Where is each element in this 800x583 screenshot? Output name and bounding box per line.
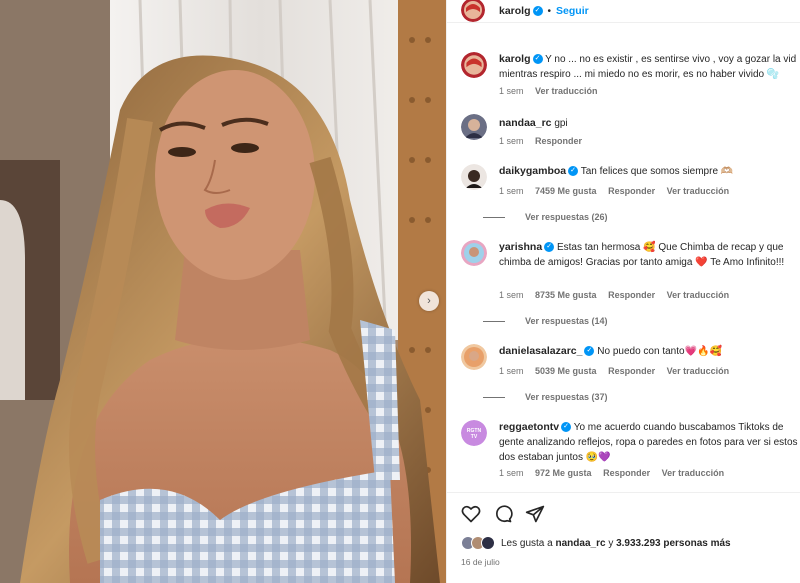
reply-button[interactable]: Responder [603,468,650,478]
caption-line2: mientras respiro ... mi miedo no es mori… [499,69,780,80]
chevron-right-icon: › [427,295,431,307]
avatar[interactable]: RGTN TV [461,420,487,446]
avatar[interactable] [461,0,485,22]
caption-text: karolg ✓ Y no ... no es existir , es sent… [499,52,800,82]
caption-meta: 1 sem Ver traducción [499,86,607,96]
comment-content: gpi [554,118,568,129]
caption-line1: Y no ... no es existir , es sentirse viv… [545,54,797,65]
comment-text: reggaetontv ✓ Yo me acuerdo cuando buscab… [499,420,799,465]
post-date[interactable]: 16 de julio [461,557,500,567]
timestamp[interactable]: 1 sem [499,468,524,478]
comment-meta: 1 sem 7459 Me gusta Responder Ver traduc… [499,186,738,196]
comment-meta: 1 sem 972 Me gusta Responder Ver traducc… [499,468,733,478]
likes-mid: y [608,537,614,549]
comment-meta: 1 sem Responder [499,136,591,146]
comment-username[interactable]: reggaetontv [499,421,559,433]
comment-username[interactable]: nandaa_rc [499,117,552,129]
timestamp[interactable]: 1 sem [499,86,524,96]
like-count[interactable]: 972 Me gusta [535,468,592,478]
translate-button[interactable]: Ver traducción [535,86,598,96]
comment-username[interactable]: daikygamboa [499,165,566,177]
svg-text:TV: TV [471,434,478,440]
post-header: karolg ✓ • Seguir [447,0,800,23]
heart-icon[interactable] [461,504,481,524]
translate-button[interactable]: Ver traducción [662,468,725,478]
comment-meta: 1 sem 8735 Me gusta Responder Ver traduc… [499,290,738,300]
likes-summary: Les gusta a nandaa_rc y 3.933.293 person… [461,536,731,550]
reply-button[interactable]: Responder [608,186,655,196]
avatar[interactable] [461,164,487,190]
view-replies-button[interactable]: Ver respuestas (14) [515,316,608,326]
verified-badge-icon: ✓ [532,54,543,65]
comment-text: yarishna ✓ Estas tan hermosa 🥰 Que Chimba… [499,240,799,270]
post-sidebar: karolg ✓ • Seguir karolg ✓ Y no ... no es… [446,0,800,583]
caption-username[interactable]: karolg [499,53,531,65]
comment-meta: 1 sem 5039 Me gusta Responder Ver traduc… [499,366,738,376]
comment-text: daikygamboa ✓ Tan felices que somos siemp… [499,164,800,179]
reply-button[interactable]: Responder [608,290,655,300]
avatar[interactable] [461,114,487,140]
like-count[interactable]: 8735 Me gusta [535,290,597,300]
like-count[interactable]: 7459 Me gusta [535,186,597,196]
verified-badge-icon: ✓ [561,422,572,433]
avatar[interactable] [461,240,487,266]
verified-badge-icon: ✓ [532,6,543,16]
timestamp[interactable]: 1 sem [499,136,524,146]
action-bar [461,504,545,524]
photo-image [0,0,446,583]
like-count[interactable]: 5039 Me gusta [535,366,597,376]
reply-button[interactable]: Responder [535,136,582,146]
translate-button[interactable]: Ver traducción [667,366,730,376]
comment-username[interactable]: danielasalazarc_ [499,345,582,357]
avatar [481,536,495,550]
post-actions: Les gusta a nandaa_rc y 3.933.293 person… [447,492,800,583]
comment-text: danielasalazarc_ ✓ No puedo con tanto💗🔥🥰 [499,344,800,359]
comment-content: No puedo con tanto💗🔥🥰 [597,346,722,357]
view-replies-button[interactable]: Ver respuestas (37) [515,392,608,402]
view-replies-button[interactable]: Ver respuestas (26) [515,212,608,222]
follow-button[interactable]: Seguir [556,5,589,17]
avatar[interactable] [461,344,487,370]
share-icon[interactable] [525,504,545,524]
comment-username[interactable]: yarishna [499,241,542,253]
verified-badge-icon: ✓ [584,346,595,357]
verified-badge-icon: ✓ [544,242,555,253]
likes-prefix: Les gusta a [501,537,553,549]
comment-content: Tan felices que somos siempre 🫶🏼 [580,166,734,177]
header-username[interactable]: karolg [499,5,531,17]
comment-icon[interactable] [493,504,513,524]
avatar[interactable] [461,52,487,78]
reply-button[interactable]: Responder [608,366,655,376]
translate-button[interactable]: Ver traducción [667,290,730,300]
verified-badge-icon: ✓ [568,166,579,177]
carousel-next-button[interactable]: › [419,291,439,311]
timestamp[interactable]: 1 sem [499,366,524,376]
timestamp[interactable]: 1 sem [499,290,524,300]
likes-user-link[interactable]: nandaa_rc [556,538,606,549]
likes-count-link[interactable]: 3.933.293 personas más [616,538,731,549]
timestamp[interactable]: 1 sem [499,186,524,196]
comment-text: nandaa_rc gpi [499,116,800,131]
post-photo[interactable]: › [0,0,446,583]
separator-dot: • [547,5,552,17]
translate-button[interactable]: Ver traducción [667,186,730,196]
